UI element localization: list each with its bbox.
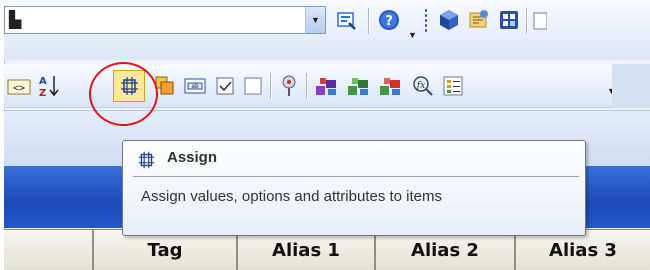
tooltip-divider — [133, 176, 579, 177]
toolbar-grip[interactable] — [424, 8, 428, 32]
column-header-blank[interactable] — [4, 230, 94, 270]
column-header-label: Tag — [147, 240, 183, 261]
filter-icon[interactable] — [276, 73, 302, 99]
list-icon[interactable] — [440, 73, 466, 99]
column-header-label: Alias 3 — [549, 240, 617, 261]
toolbar-row-2-end — [612, 64, 650, 108]
svg-text:fx: fx — [416, 81, 425, 91]
save-query-icon[interactable] — [334, 8, 360, 34]
field-icon[interactable]: ab — [182, 73, 208, 99]
svg-text:ab: ab — [191, 83, 199, 90]
toolbar-separator — [526, 8, 528, 34]
tag-brackets-icon[interactable]: <> — [6, 74, 32, 100]
svg-text:A: A — [39, 76, 47, 87]
column-header-label: Alias 1 — [272, 240, 340, 261]
column-header-label: Alias 2 — [411, 240, 479, 261]
search-combo[interactable]: ▙ ▼ — [4, 6, 326, 34]
highlight-circle — [89, 62, 158, 126]
tooltip-description: Assign values, options and attributes to… — [141, 188, 442, 205]
column-header-tag[interactable]: Tag — [94, 230, 238, 270]
cube-icon[interactable] — [436, 7, 462, 33]
svg-text:?: ? — [385, 14, 393, 29]
toolbar-overflow-chevron[interactable]: ▼ — [408, 30, 417, 40]
open-file-icon[interactable] — [466, 7, 492, 33]
help-icon[interactable]: ? — [376, 7, 402, 33]
blocks-green-icon[interactable] — [346, 73, 372, 99]
checkbox-empty-icon[interactable] — [240, 73, 266, 99]
formula-search-icon[interactable]: fx — [410, 73, 436, 99]
toolbar-separator — [270, 73, 272, 99]
column-header-alias-2[interactable]: Alias 2 — [376, 230, 516, 270]
toolbar-separator — [368, 8, 370, 34]
combo-icon: ▙ — [9, 12, 22, 29]
svg-text:<>: <> — [13, 83, 25, 94]
toolbar-row-1: ▙ ▼ ? ▼ — [4, 0, 650, 60]
combo-dropdown-button[interactable]: ▼ — [305, 7, 325, 33]
blocks-purple-icon[interactable] — [314, 73, 340, 99]
column-header-alias-1[interactable]: Alias 1 — [238, 230, 376, 270]
panel-icon[interactable] — [532, 8, 548, 34]
checkbox-checked-icon[interactable] — [212, 73, 238, 99]
svg-text:Z: Z — [39, 88, 46, 99]
sort-az-icon[interactable]: AZ — [36, 73, 62, 99]
assign-tooltip: Assign Assign values, options and attrib… — [122, 140, 586, 236]
assign-icon — [135, 149, 157, 174]
column-header-alias-3[interactable]: Alias 3 — [516, 230, 650, 270]
tooltip-title: Assign — [167, 149, 218, 166]
toolbar-separator — [306, 73, 308, 99]
blocks-red-icon[interactable] — [378, 73, 404, 99]
window-icon[interactable] — [496, 7, 522, 33]
